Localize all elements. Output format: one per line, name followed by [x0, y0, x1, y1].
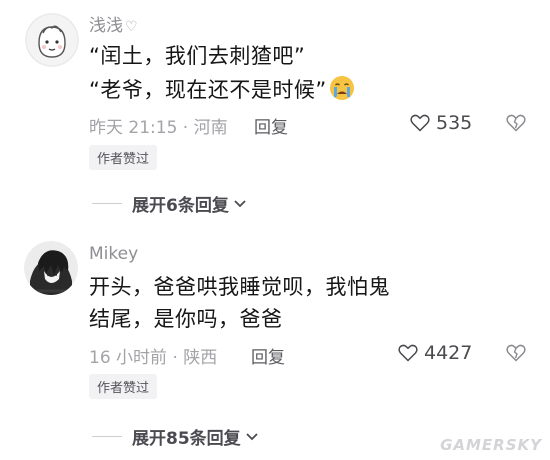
chevron-down-icon [246, 432, 258, 440]
comment-text-line: 结尾，是你吗，爸爸 [89, 307, 283, 331]
chevron-down-icon [234, 199, 246, 207]
anime-character-avatar-icon [24, 241, 78, 295]
reply-button[interactable]: 回复 [254, 113, 288, 138]
author-liked-badge: 作者赞过 [89, 374, 158, 399]
dislike-button[interactable] [506, 114, 526, 132]
like-count: 535 [436, 112, 473, 134]
expand-replies-label: 展开85条回复 [132, 429, 241, 449]
broken-heart-icon [506, 344, 526, 362]
crying-face-emoji-icon [329, 76, 354, 100]
expand-replies-button[interactable]: 展开85条回复 [92, 424, 259, 449]
expand-replies-label: 展开6条回复 [132, 196, 229, 216]
heart-outline-icon: ♡ [125, 19, 138, 35]
like-button[interactable]: 4427 [398, 342, 472, 364]
comment-text-line: “闰土，我们去刺猹吧” [89, 44, 306, 68]
author-liked-badge: 作者赞过 [89, 145, 158, 170]
avatar[interactable] [24, 241, 78, 295]
comment-text-line: “老爷，现在还不是时候” [89, 74, 355, 104]
broken-heart-icon [506, 114, 526, 132]
like-button[interactable]: 535 [410, 112, 472, 134]
divider-line [92, 436, 122, 437]
heart-outline-icon [398, 344, 418, 362]
cartoon-baby-avatar-icon [25, 13, 79, 67]
divider-line [92, 203, 122, 204]
comment-list: 浅浅 ♡ “闰土，我们去刺猹吧” “老爷，现在还不是时候” 昨天 21:15 · … [0, 0, 550, 460]
watermark-logo: GAMERSKY [440, 436, 542, 454]
expand-replies-button[interactable]: 展开6条回复 [92, 191, 247, 216]
heart-outline-icon [410, 114, 430, 132]
comment-text-line: 开头，爸爸哄我睡觉呗，我怕鬼 [89, 275, 390, 299]
avatar[interactable] [25, 13, 79, 67]
comment-meta: 昨天 21:15 · 河南 [89, 118, 228, 138]
reply-button[interactable]: 回复 [251, 343, 285, 368]
like-count: 4427 [424, 342, 473, 364]
username[interactable]: Mikey [89, 244, 138, 264]
dislike-button[interactable] [506, 344, 526, 362]
username[interactable]: 浅浅 ♡ [89, 11, 138, 36]
comment-meta: 16 小时前 · 陕西 [89, 348, 218, 368]
